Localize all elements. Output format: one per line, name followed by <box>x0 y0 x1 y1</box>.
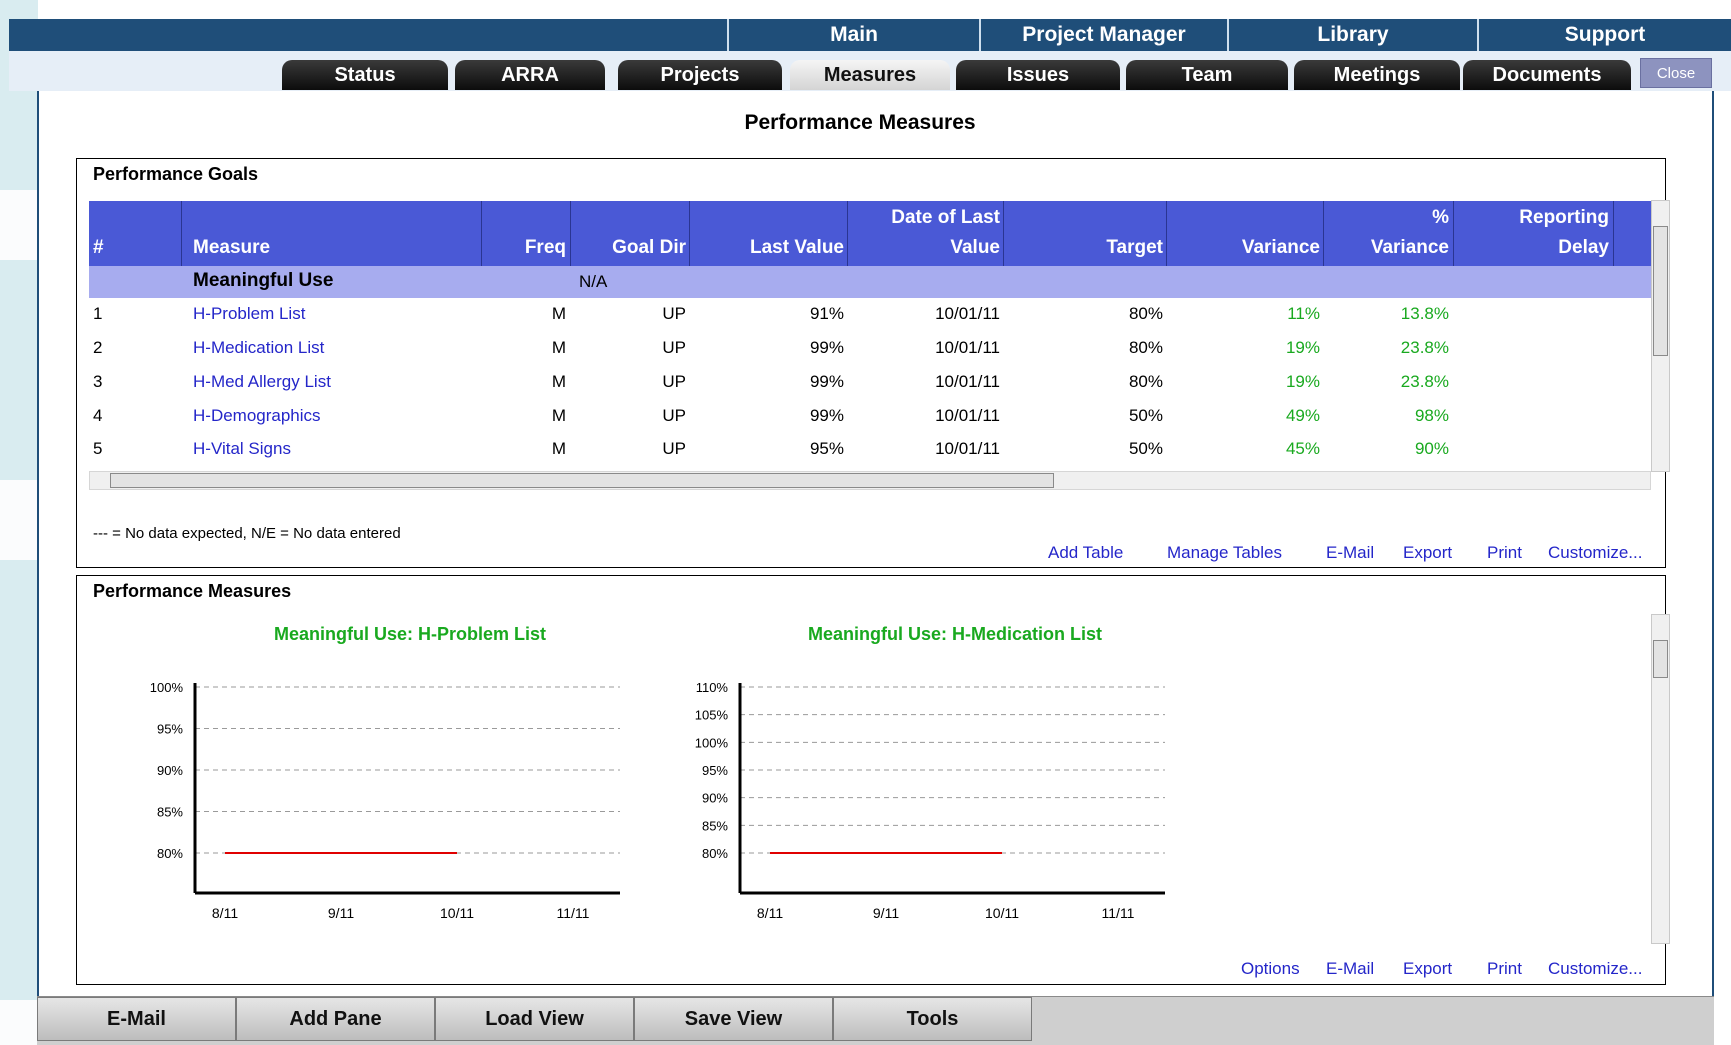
x-tick-label: 8/11 <box>212 905 238 921</box>
y-tick-label: 110% <box>696 680 729 695</box>
x-tick-label: 11/11 <box>557 905 590 921</box>
x-tick-label: 11/11 <box>1102 905 1135 921</box>
load-view-button[interactable]: Load View <box>435 997 634 1041</box>
y-tick-label: 90% <box>702 791 728 806</box>
x-tick-label: 10/11 <box>440 905 474 921</box>
measures-customize-link[interactable]: Customize... <box>1548 959 1642 979</box>
measures-print-link[interactable]: Print <box>1487 959 1522 979</box>
y-tick-label: 100% <box>695 735 729 750</box>
add-pane-button[interactable]: Add Pane <box>236 997 435 1041</box>
chart-problem-list: 100% 95% 90% 85% 80% 8/11 9/11 10/11 11/11 110% 10… <box>150 680 1165 921</box>
x-tick-label: 9/11 <box>328 905 354 921</box>
chart-group-1: 110% 105% 100% 95% 90% 85% 80% 8/11 9/11 10/11 11/… <box>695 680 1165 921</box>
y-tick-label: 80% <box>702 846 728 861</box>
save-view-button[interactable]: Save View <box>634 997 833 1041</box>
y-tick-label: 95% <box>157 722 183 737</box>
measures-email-link[interactable]: E-Mail <box>1326 959 1374 979</box>
y-tick-label: 105% <box>695 708 729 723</box>
x-tick-label: 8/11 <box>757 905 783 921</box>
y-tick-label: 85% <box>157 805 183 820</box>
x-tick-label: 9/11 <box>873 905 899 921</box>
measures-scroll-thumb[interactable] <box>1653 640 1668 678</box>
y-tick-label: 100% <box>150 680 184 695</box>
options-link[interactable]: Options <box>1241 959 1300 979</box>
y-tick-label: 80% <box>157 846 183 861</box>
y-tick-label: 85% <box>702 818 728 833</box>
y-tick-label: 95% <box>702 763 728 778</box>
chart-group-0: 100% 95% 90% 85% 80% 8/11 9/11 10/11 11/11 <box>150 680 620 921</box>
email-button[interactable]: E-Mail <box>37 997 236 1041</box>
measures-export-link[interactable]: Export <box>1403 959 1452 979</box>
y-tick-label: 90% <box>157 763 183 778</box>
x-tick-label: 10/11 <box>985 905 1019 921</box>
tools-button[interactable]: Tools <box>833 997 1032 1041</box>
